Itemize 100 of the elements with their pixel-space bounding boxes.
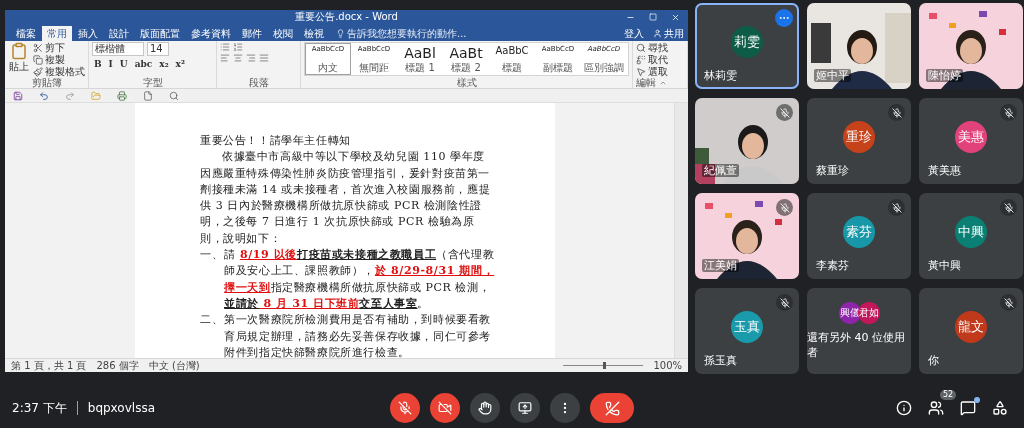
ribbon-tab[interactable]: 版面配置 bbox=[135, 26, 185, 41]
hand-icon bbox=[478, 401, 492, 415]
ribbon-tab[interactable]: 檢視 bbox=[299, 26, 329, 41]
more-participants-label: 還有另外 40 位使用者 bbox=[807, 330, 906, 360]
window-title: 重要公告.docx - Word bbox=[295, 11, 398, 23]
lightbulb-icon bbox=[336, 29, 345, 38]
camera-button[interactable] bbox=[430, 393, 460, 423]
sign-in-link[interactable]: 登入 bbox=[620, 26, 648, 41]
zoom-thumb[interactable] bbox=[603, 362, 607, 369]
person-icon bbox=[653, 29, 662, 38]
word-count: 286 個字 bbox=[96, 359, 139, 372]
scrollbar[interactable] bbox=[674, 103, 688, 358]
page-count: 第 1 頁，共 1 頁 bbox=[11, 359, 87, 372]
chat-button[interactable] bbox=[960, 400, 976, 416]
numbered-list-icon[interactable] bbox=[233, 42, 243, 52]
participant-avatar: 莉雯 bbox=[731, 26, 763, 58]
align-left-icon[interactable] bbox=[220, 53, 230, 63]
ribbon-tab[interactable]: 郵件 bbox=[237, 26, 267, 41]
participant-name: 黃中興 bbox=[927, 259, 962, 272]
meeting-code: bqpxovlssa bbox=[87, 401, 155, 415]
undo-icon[interactable] bbox=[39, 90, 49, 101]
group-label: 樣式 bbox=[456, 77, 477, 88]
paste-button[interactable]: 貼上 bbox=[8, 42, 30, 77]
participant-name: 蔡重珍 bbox=[815, 164, 850, 177]
close-icon[interactable] bbox=[671, 12, 680, 22]
microphone-button[interactable] bbox=[390, 393, 420, 423]
participant-name: 紀佩萱 bbox=[702, 164, 739, 177]
format-painter-button[interactable]: 複製格式 bbox=[33, 66, 85, 77]
participant-name: 李素芬 bbox=[815, 259, 850, 272]
participant-name: 陳怡婷 bbox=[926, 69, 963, 82]
participant-avatar: 素芬 bbox=[843, 216, 875, 248]
more-options-button[interactable] bbox=[775, 9, 793, 27]
paintbrush-icon bbox=[33, 66, 43, 77]
ribbon-tab[interactable]: 常用 bbox=[42, 26, 72, 41]
group-label: 剪貼簿 bbox=[31, 77, 62, 88]
raise-hand-button[interactable] bbox=[470, 393, 500, 423]
copy-button[interactable]: 複製 bbox=[33, 54, 85, 65]
justify-icon[interactable] bbox=[259, 53, 269, 63]
format-button[interactable]: abc bbox=[132, 57, 155, 70]
ribbon-tab[interactable]: 插入 bbox=[73, 26, 103, 41]
info-button[interactable] bbox=[896, 400, 912, 416]
font-size-select[interactable]: 14 bbox=[147, 42, 169, 56]
participant-name: 黃美惠 bbox=[927, 164, 962, 177]
ribbon-tab[interactable]: 參考資料 bbox=[186, 26, 236, 41]
participant-avatar: 龍文 bbox=[955, 311, 987, 343]
people-count: 52 bbox=[940, 390, 957, 400]
format-button[interactable]: I bbox=[106, 57, 115, 70]
format-button[interactable]: B bbox=[92, 57, 104, 70]
redo-icon[interactable] bbox=[65, 90, 75, 101]
maximize-icon[interactable] bbox=[649, 12, 657, 21]
printer-icon[interactable] bbox=[117, 90, 127, 101]
align-center-icon[interactable] bbox=[233, 53, 243, 63]
present-screen-icon bbox=[518, 401, 532, 415]
font-select[interactable]: 標楷體 bbox=[92, 42, 144, 56]
bullet-list-icon[interactable] bbox=[220, 42, 230, 52]
clipboard-icon bbox=[10, 42, 28, 60]
zoom-level: 100% bbox=[653, 359, 682, 372]
participant-name: 江美娟 bbox=[702, 259, 739, 272]
copy-icon bbox=[33, 54, 43, 65]
find-button[interactable]: 尋找 bbox=[636, 42, 684, 53]
cut-button[interactable]: 剪下 bbox=[33, 42, 85, 53]
group-label: 字型 bbox=[142, 77, 163, 88]
group-label: 編輯 bbox=[636, 77, 656, 88]
align-right-icon[interactable] bbox=[246, 53, 256, 63]
format-button[interactable]: x² bbox=[173, 57, 187, 70]
phone-icon bbox=[604, 400, 620, 416]
ribbon-tab[interactable]: 校閱 bbox=[268, 26, 298, 41]
people-icon bbox=[928, 400, 944, 416]
end-call-button[interactable] bbox=[590, 393, 634, 423]
participant-name: 林莉雯 bbox=[703, 69, 738, 82]
participant-name: 孫玉真 bbox=[703, 354, 738, 367]
cursor-icon bbox=[636, 66, 646, 77]
replace-icon bbox=[636, 54, 646, 65]
participant-avatar: 美惠 bbox=[955, 121, 987, 153]
participant-name: 姬中平 bbox=[814, 69, 851, 82]
language-status[interactable]: 中文 (台灣) bbox=[148, 359, 200, 372]
document-paragraph: 依據臺中市高級中等以下學校及幼兒園 110 學年度因應嚴重特殊傳染性肺炎防疫管理指引，爰針對疫苗第一劑接種未滿 14 或未接種者，首次進入校園服務前，應提供 3 日內於醫療機構所做抗原快篩或 PCR 檢測陰性證明，之後每 7 日進行 1 次抗原快篩或 PCR 檢驗為原則，說明如下： bbox=[200, 149, 492, 247]
microphone-off-icon bbox=[398, 401, 412, 415]
tell-me-field[interactable]: 告訴我您想要執行的動作... bbox=[334, 26, 469, 41]
ribbon-tab[interactable]: 設計 bbox=[104, 26, 134, 41]
format-button[interactable]: U bbox=[117, 57, 130, 70]
new-document-icon[interactable] bbox=[143, 90, 153, 101]
ribbon-tab[interactable]: 檔案 bbox=[11, 26, 41, 41]
present-button[interactable] bbox=[510, 393, 540, 423]
save-icon[interactable] bbox=[13, 90, 23, 101]
print-preview-icon[interactable] bbox=[169, 90, 179, 101]
replace-button[interactable]: 取代 bbox=[636, 54, 684, 65]
people-button[interactable] bbox=[928, 400, 944, 416]
shapes-icon bbox=[992, 400, 1008, 416]
participant-avatar: 中興 bbox=[955, 216, 987, 248]
search-icon bbox=[636, 42, 646, 53]
participant-name: 你 bbox=[927, 354, 940, 367]
activities-button[interactable] bbox=[992, 400, 1008, 416]
group-label: 段落 bbox=[248, 77, 269, 88]
scissors-icon bbox=[33, 42, 43, 53]
share-button[interactable]: 共用 bbox=[649, 26, 688, 41]
format-button[interactable]: x₂ bbox=[157, 57, 171, 70]
select-button[interactable]: 選取 bbox=[636, 66, 684, 77]
meeting-time: 2:37 下午 bbox=[12, 399, 67, 417]
document-paragraph: 重要公告！！請學年主任轉知 bbox=[200, 133, 352, 149]
